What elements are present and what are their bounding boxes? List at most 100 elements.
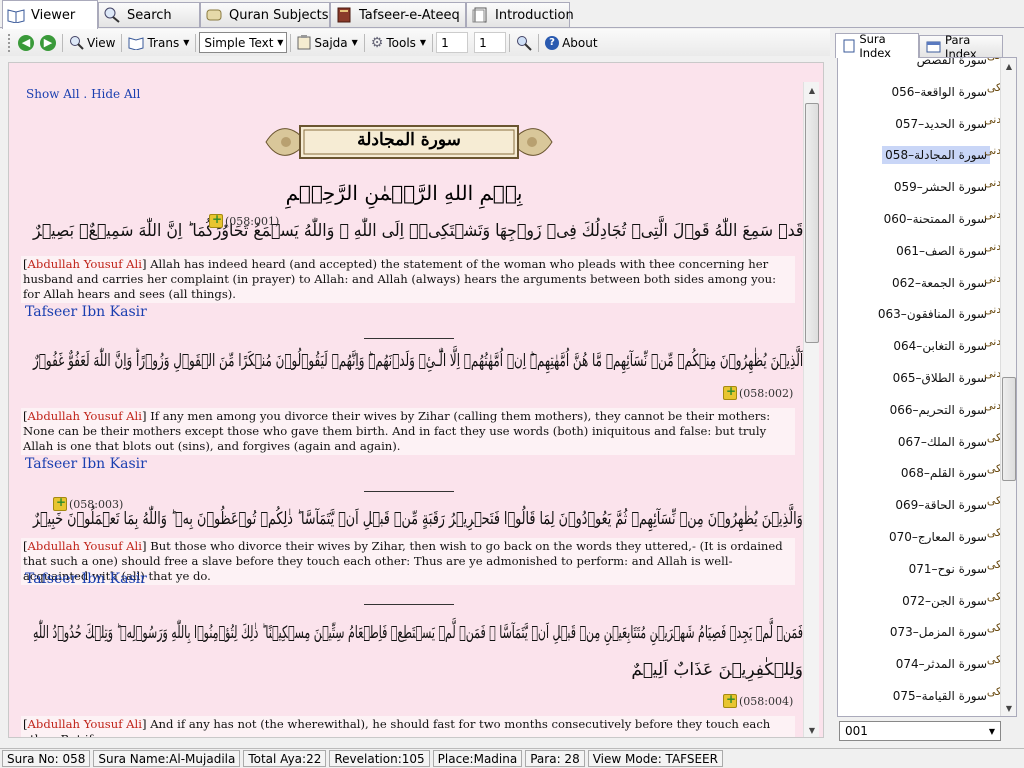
sura-list-item[interactable]: 072–سورة الجن مکی bbox=[838, 586, 1016, 616]
translator-name: Abdullah Yousuf Ali bbox=[27, 257, 142, 271]
tafseer-link[interactable]: Tafseer Ibn Kasir bbox=[25, 456, 147, 472]
go-search-button[interactable] bbox=[513, 32, 535, 54]
overline bbox=[364, 338, 454, 339]
tab-viewer[interactable]: Viewer bbox=[2, 0, 98, 29]
sura-list-item[interactable]: 060–سورة الممتحنة مدنی bbox=[838, 204, 1016, 234]
tools-label: Tools bbox=[386, 35, 416, 50]
hide-all-link[interactable]: Hide All bbox=[91, 87, 140, 101]
sura-list-item[interactable]: 070–سورة المعارج مکی bbox=[838, 522, 1016, 552]
sura-number-input[interactable]: 1 bbox=[436, 32, 469, 53]
sura-name: 056–سورة الواقعة bbox=[891, 84, 987, 99]
view-mode-select[interactable]: Simple Text ▼ bbox=[199, 32, 288, 53]
scroll-icon bbox=[205, 7, 223, 23]
tab-label: Introduction bbox=[495, 7, 574, 23]
tab-tafseer-e-ateeq[interactable]: Tafseer-e-Ateeq bbox=[330, 2, 466, 27]
verse-number: (058:004) bbox=[739, 694, 794, 708]
verse-translation: [Abdullah Yousuf Ali] And if any has not… bbox=[21, 716, 795, 737]
toolbar: ◀ ▶ View Trans ▼ Simple Text ▼ Sajda ▼ ⚙… bbox=[0, 29, 830, 56]
sura-list-item[interactable]: 058–سورة المجادلة مدنی bbox=[838, 140, 1016, 170]
sura-list-item[interactable]: 059–سورة الحشر مدنی bbox=[838, 172, 1016, 202]
translator-name: Abdullah Yousuf Ali bbox=[27, 409, 142, 423]
scroll-down-icon[interactable]: ▼ bbox=[804, 722, 820, 737]
sura-list-item[interactable]: 068–سورة القلم مکی bbox=[838, 458, 1016, 488]
view-mode-value: Simple Text bbox=[204, 35, 274, 50]
tab-label: Quran Subjects bbox=[229, 7, 329, 23]
view-button[interactable]: View bbox=[66, 32, 118, 54]
verse-reference: (058:001) bbox=[209, 212, 280, 228]
vertical-scrollbar[interactable]: ▲ ▼ bbox=[803, 82, 820, 737]
sura-list-item[interactable]: 066–سورة التحريم مدنی bbox=[838, 395, 1016, 425]
sura-list-item[interactable]: 074–سورة المدثر مکی bbox=[838, 649, 1016, 679]
tafseer-link[interactable]: Tafseer Ibn Kasir bbox=[25, 304, 147, 320]
tools-dropdown[interactable]: ⚙ Tools ▼ bbox=[368, 32, 429, 54]
sura-list-item[interactable]: 063–سورة المنافقون مدنی bbox=[838, 299, 1016, 329]
bookmark-add-icon[interactable] bbox=[209, 212, 223, 228]
window-icon bbox=[926, 41, 941, 52]
tab-introduction[interactable]: Introduction bbox=[466, 2, 574, 27]
overline bbox=[364, 491, 454, 492]
sura-name: 064–سورة التغابن bbox=[893, 339, 987, 354]
verse-translation: [Abdullah Yousuf Ali] If any men among y… bbox=[21, 408, 795, 455]
separator bbox=[290, 33, 292, 52]
para-select-value: 001 bbox=[845, 724, 868, 738]
para-select[interactable]: 001 ▼ bbox=[839, 721, 1001, 741]
tab-para-index[interactable]: Para Index bbox=[919, 33, 1003, 61]
sura-title: سورة المجادلة bbox=[357, 130, 461, 150]
open-book-icon bbox=[128, 36, 144, 50]
sura-name: 074–سورة المدثر bbox=[895, 657, 987, 672]
sura-list-item[interactable]: 065–سورة الطلاق مدنی bbox=[838, 363, 1016, 393]
about-button[interactable]: ? About bbox=[542, 32, 600, 54]
forward-arrow-icon[interactable]: ▶ bbox=[40, 34, 56, 51]
sura-name: 072–سورة الجن bbox=[902, 593, 987, 608]
scroll-up-icon[interactable]: ▲ bbox=[804, 82, 820, 98]
separator bbox=[195, 33, 197, 52]
trans-dropdown[interactable]: Trans ▼ bbox=[125, 32, 192, 54]
status-place: Place:Madina bbox=[432, 750, 523, 767]
sura-list-item[interactable]: 057–سورة الحديد مدنی bbox=[838, 109, 1016, 139]
sura-list-item[interactable]: 075–سورة القيامة مکی bbox=[838, 681, 1016, 711]
bookmark-add-icon[interactable] bbox=[723, 384, 737, 400]
sura-title-banner: سورة المجادلة bbox=[264, 121, 554, 163]
clipboard-icon bbox=[297, 35, 311, 50]
scrollbar-thumb[interactable] bbox=[805, 103, 819, 343]
back-arrow-icon[interactable]: ◀ bbox=[18, 34, 34, 51]
tab-search[interactable]: Search bbox=[98, 2, 200, 27]
status-sura-no: Sura No: 058 bbox=[2, 750, 91, 767]
show-all-link[interactable]: Show All bbox=[26, 87, 80, 101]
status-bar: Sura No: 058 Sura Name:Al-Mujadila Total… bbox=[0, 748, 1024, 768]
tab-sura-index[interactable]: Sura Index bbox=[835, 32, 919, 60]
tafseer-link[interactable]: Tafseer Ibn Kasir bbox=[25, 571, 147, 587]
verse-number: (058:002) bbox=[739, 386, 794, 400]
sura-list-item[interactable]: 056–سورة الواقعة مکی bbox=[838, 77, 1016, 107]
sura-list-item[interactable]: 067–سورة الملك مکی bbox=[838, 427, 1016, 457]
verse-reference: (058:004) bbox=[723, 692, 794, 708]
sura-name: 063–سورة المنافقون bbox=[877, 307, 987, 322]
status-view-mode: View Mode: TAFSEER bbox=[587, 750, 723, 767]
open-book-icon bbox=[7, 7, 25, 24]
aya-number-input[interactable]: 1 bbox=[474, 32, 507, 53]
sura-list-item[interactable]: 073–سورة المزمل مکی bbox=[838, 617, 1016, 647]
verse-arabic: اَلَّذِيۡنَ يُظٰهِرُوۡنَ مِنۡكُمۡ مِّنۡ … bbox=[32, 351, 803, 371]
tab-quran-subjects[interactable]: Quran Subjects bbox=[200, 2, 330, 27]
sura-list-item[interactable]: 069–سورة الحاقة مکی bbox=[838, 490, 1016, 520]
scrollbar-thumb[interactable] bbox=[1002, 377, 1016, 481]
list-scrollbar[interactable]: ▲ ▼ bbox=[1000, 58, 1016, 716]
bookmark-add-icon[interactable] bbox=[723, 692, 737, 708]
scroll-down-icon[interactable]: ▼ bbox=[1001, 700, 1016, 716]
verse-translation: [Abdullah Yousuf Ali] Allah has indeed h… bbox=[21, 256, 795, 303]
trans-label: Trans bbox=[147, 35, 180, 50]
grip-icon bbox=[8, 33, 11, 52]
sura-list-item[interactable]: 071–سورة نوح مکی bbox=[838, 554, 1016, 584]
sura-name: 062–سورة الجمعة bbox=[892, 275, 987, 290]
sura-list-item[interactable]: 062–سورة الجمعة مدنی bbox=[838, 268, 1016, 298]
verse-number: (058:001) bbox=[225, 214, 280, 228]
sura-list-item[interactable]: 061–سورة الصف مدنی bbox=[838, 236, 1016, 266]
view-label: View bbox=[87, 35, 116, 50]
translator-name: Abdullah Yousuf Ali bbox=[27, 539, 142, 553]
sajda-dropdown[interactable]: Sajda ▼ bbox=[294, 32, 360, 54]
sura-list-item[interactable]: 064–سورة التغابن مدنی bbox=[838, 331, 1016, 361]
scroll-up-icon[interactable]: ▲ bbox=[1001, 58, 1016, 74]
separator bbox=[509, 33, 511, 52]
status-sura-name: Sura Name:Al-Mujadila bbox=[93, 750, 241, 767]
status-revelation: Revelation:105 bbox=[329, 750, 430, 767]
